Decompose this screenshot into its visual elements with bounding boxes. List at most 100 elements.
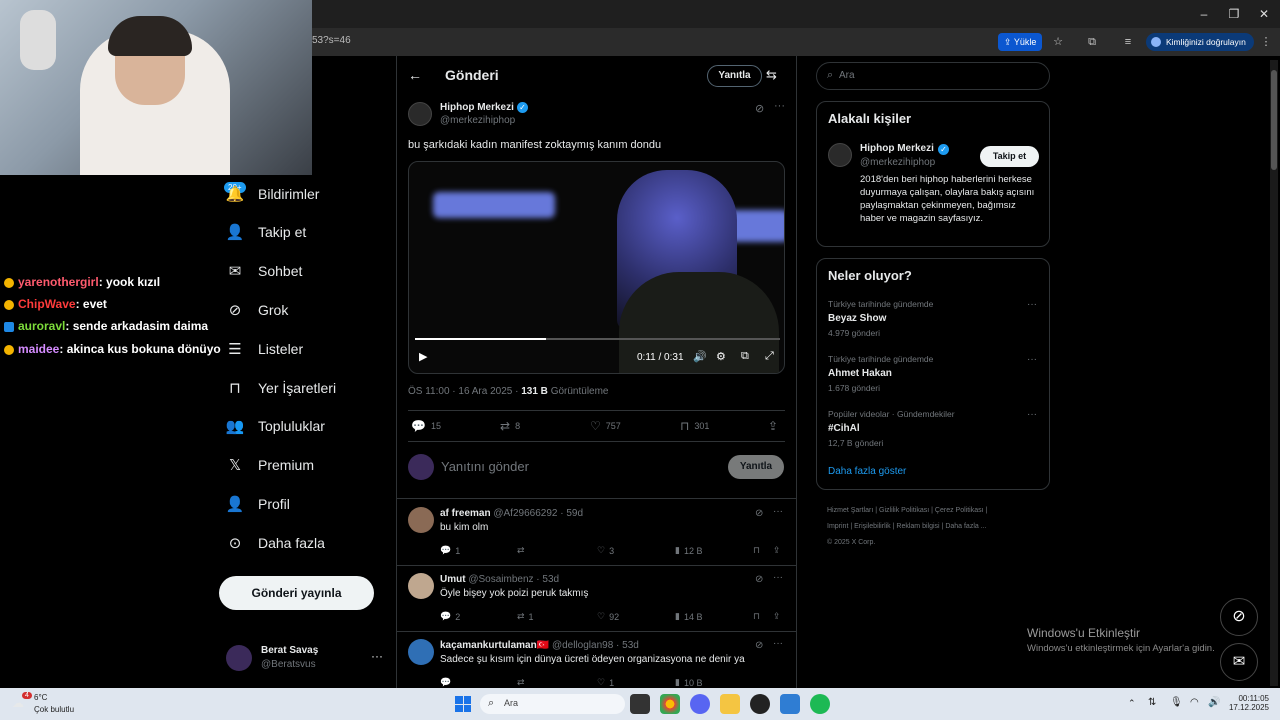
settings-sliders-icon[interactable]: ⇆: [766, 67, 777, 83]
reply-author[interactable]: kaçamankurtulaman🇹🇷: [440, 640, 549, 651]
browser-menu-icon[interactable]: ⋮: [1258, 34, 1274, 50]
more-icon[interactable]: ···: [1027, 299, 1037, 310]
reply-action[interactable]: 💬 15: [411, 419, 441, 433]
repost-action[interactable]: ⇄: [517, 677, 525, 688]
search-input[interactable]: ⌕ Ara: [816, 62, 1050, 90]
trend-item[interactable]: Türkiye tarihinde gündemde Ahmet Hakan 1…: [828, 354, 1040, 398]
nav-chat[interactable]: ✉ Sohbet: [226, 256, 303, 286]
bookmark-action[interactable]: ⊓ 301: [680, 419, 709, 433]
verify-identity-button[interactable]: Kimliğinizi doğrulayın: [1146, 33, 1254, 51]
wifi-icon[interactable]: ◠: [1190, 697, 1199, 708]
like-action[interactable]: ♡ 757: [590, 419, 621, 433]
repost-action[interactable]: ⇄ 8: [500, 419, 520, 433]
extensions-icon[interactable]: ⧉: [1084, 34, 1100, 50]
reply-action[interactable]: 💬: [440, 677, 451, 688]
footer-link[interactable]: Imprint: [827, 523, 848, 530]
more-icon[interactable]: ···: [773, 572, 783, 583]
fullscreen-icon[interactable]: ⤢: [765, 350, 774, 363]
repost-action[interactable]: ⇄ 1: [517, 611, 534, 622]
back-arrow-icon[interactable]: ←: [408, 67, 422, 83]
avatar[interactable]: [408, 639, 434, 665]
more-icon[interactable]: ···: [1027, 409, 1037, 420]
nav-grok[interactable]: ⊘ Grok: [226, 295, 289, 325]
messages-float-icon[interactable]: ✉: [1220, 643, 1258, 681]
post-author[interactable]: Hiphop Merkezi: [440, 102, 514, 113]
views-action[interactable]: ▮ 14 B: [675, 611, 702, 622]
grok-icon[interactable]: ⊘: [755, 640, 763, 651]
show-more-link[interactable]: Daha fazla göster: [828, 466, 906, 477]
like-action[interactable]: ♡ 3: [597, 545, 614, 556]
reply-author[interactable]: af freeman: [440, 508, 491, 519]
video-player[interactable]: ▶ 0:11 / 0:31 🔊 ⚙ ⧉ ⤢: [408, 161, 785, 374]
close-icon[interactable]: ✕: [1256, 6, 1272, 22]
more-icon[interactable]: ···: [773, 638, 783, 649]
tray-chevron-icon[interactable]: ⌃: [1128, 698, 1136, 709]
views-action[interactable]: ▮ 12 B: [675, 545, 702, 556]
clock[interactable]: 00:11:05 17.12.2025: [1225, 694, 1269, 712]
grok-icon[interactable]: ⊘: [755, 102, 764, 115]
share-action[interactable]: ⇪: [773, 545, 781, 556]
popout-icon[interactable]: ⧉: [741, 350, 749, 363]
post-button[interactable]: Gönderi yayınla: [219, 576, 374, 610]
mic-icon[interactable]: 🎙: [1170, 697, 1183, 708]
related-name[interactable]: Hiphop Merkezi: [860, 143, 934, 154]
address-bar[interactable]: 53?s=46: [312, 35, 351, 46]
more-icon[interactable]: ···: [371, 649, 383, 663]
avatar[interactable]: [828, 143, 852, 167]
app-icon[interactable]: [780, 694, 800, 714]
minimize-icon[interactable]: –: [1196, 6, 1212, 22]
repost-action[interactable]: ⇄: [517, 545, 525, 556]
nav-communities[interactable]: 👥 Topluluklar: [226, 411, 325, 441]
task-view-icon[interactable]: [630, 694, 650, 714]
bookmark-action[interactable]: ⊓: [753, 611, 760, 622]
reply-author[interactable]: Umut: [440, 574, 466, 585]
upload-button[interactable]: ⇪ Yükle: [998, 33, 1043, 51]
reading-list-icon[interactable]: ≡: [1120, 34, 1136, 50]
nav-notifications[interactable]: 🔔 Bildirimler: [226, 179, 320, 209]
trend-item[interactable]: Popüler videolar · Gündemdekiler #CihAl …: [828, 409, 1040, 453]
reply-action[interactable]: 💬 1: [440, 545, 460, 556]
nav-bookmarks[interactable]: ⊓ Yer İşaretleri: [226, 373, 336, 403]
gear-icon[interactable]: ⚙: [716, 350, 726, 363]
views-action[interactable]: ▮ 10 B: [675, 677, 702, 688]
share-action[interactable]: ⇪: [773, 611, 781, 622]
nav-profile[interactable]: 👤 Profil: [226, 489, 290, 519]
maximize-icon[interactable]: ❐: [1226, 6, 1242, 22]
scrollbar-thumb[interactable]: [1271, 70, 1277, 170]
star-icon[interactable]: ☆: [1050, 34, 1066, 50]
bookmark-action[interactable]: ⊓: [753, 545, 760, 556]
share-action[interactable]: ⇪: [768, 419, 778, 433]
like-action[interactable]: ♡ 92: [597, 611, 619, 622]
trend-item[interactable]: Türkiye tarihinde gündemde Beyaz Show 4.…: [828, 299, 1040, 343]
more-icon[interactable]: ···: [1027, 354, 1037, 365]
nav-premium[interactable]: 𝕏 Premium: [226, 450, 314, 480]
like-action[interactable]: ♡ 1: [597, 677, 614, 688]
avatar[interactable]: [408, 573, 434, 599]
weather-widget[interactable]: ☁ 4 6°C Çok bulutlu: [10, 692, 74, 718]
chrome-icon[interactable]: [660, 694, 680, 714]
footer-link[interactable]: Erişilebilirlik: [854, 523, 891, 530]
reply-submit-button[interactable]: Yanıtla: [728, 455, 784, 479]
taskbar-search[interactable]: ⌕ Ara: [480, 694, 625, 714]
reply-action[interactable]: 💬 2: [440, 611, 460, 622]
reply-header-button[interactable]: Yanıtla: [707, 65, 762, 87]
nav-follow[interactable]: 👤 Takip et: [226, 217, 307, 247]
footer-link[interactable]: Gizlilik Politikası: [879, 507, 929, 514]
nav-lists[interactable]: ☰ Listeler: [226, 334, 303, 364]
footer-link[interactable]: Hizmet Şartları: [827, 507, 873, 514]
account-switcher[interactable]: Berat Savaş @Beratsvus ···: [226, 643, 386, 675]
start-icon[interactable]: [455, 696, 471, 712]
grok-icon[interactable]: ⊘: [755, 508, 763, 519]
footer-link[interactable]: Çerez Politikası: [935, 507, 984, 514]
footer-link[interactable]: Daha fazla ...: [945, 523, 986, 530]
discord-icon[interactable]: [690, 694, 710, 714]
grok-float-icon[interactable]: ⊘: [1220, 598, 1258, 636]
obs-icon[interactable]: [750, 694, 770, 714]
nav-more[interactable]: ⊙ Daha fazla: [226, 528, 325, 558]
footer-link[interactable]: Reklam bilgisi: [896, 523, 939, 530]
avatar[interactable]: [408, 507, 434, 533]
scrollbar[interactable]: [1270, 60, 1278, 686]
reply-input[interactable]: Yanıtını gönder: [441, 459, 529, 474]
volume-icon[interactable]: 🔊: [693, 350, 707, 363]
network-icon[interactable]: ⇅: [1148, 697, 1156, 708]
